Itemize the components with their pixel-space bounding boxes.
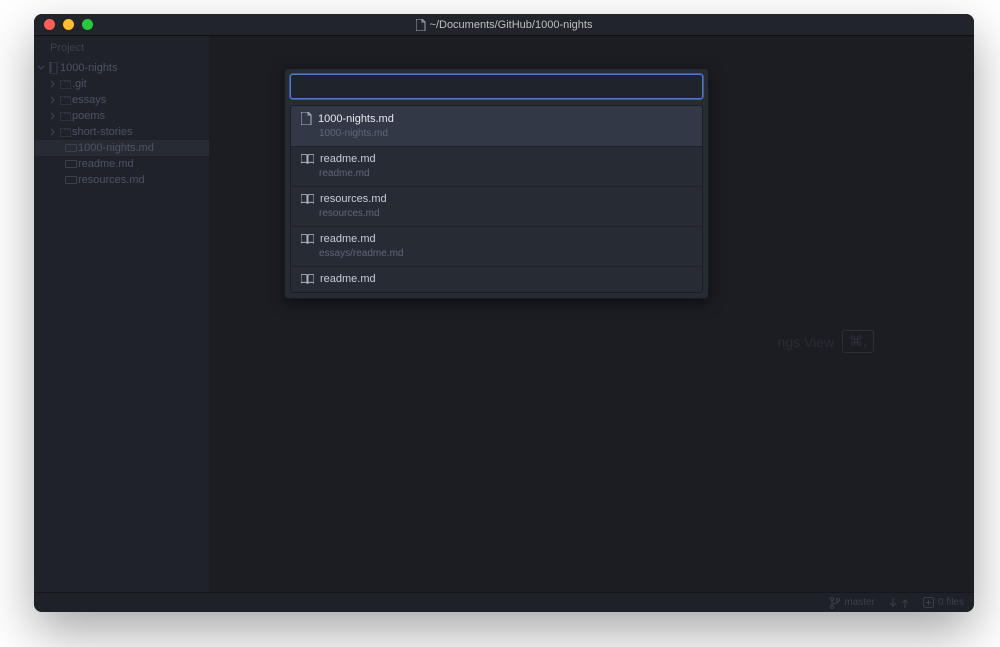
result-path: resources.md: [301, 208, 692, 219]
background-hint: ngs View ⌘,: [778, 330, 874, 353]
fuzzy-finder-item[interactable]: 1000-nights.md 1000-nights.md: [291, 106, 702, 146]
chevron-right-icon: [48, 112, 58, 120]
tree-root[interactable]: 1000-nights: [34, 60, 209, 76]
folder-icon: [58, 96, 72, 105]
zoom-window-button[interactable]: [82, 19, 93, 30]
book-icon: [301, 194, 314, 204]
markdown-icon: [64, 176, 78, 184]
tree-root-label: 1000-nights: [60, 60, 118, 76]
tree-folder-label: essays: [72, 92, 106, 108]
tree-folder-label: short-stories: [72, 124, 133, 140]
tree-file[interactable]: 1000-nights.md: [34, 140, 209, 156]
markdown-icon: [64, 144, 78, 152]
tree-folder-label: poems: [72, 108, 105, 124]
background-hint-text: ngs View: [778, 334, 835, 350]
git-files-label: 0 files: [938, 597, 964, 608]
result-label: readme.md: [320, 153, 376, 165]
chevron-down-icon: [36, 64, 46, 72]
tree-file[interactable]: resources.md: [34, 172, 209, 188]
chevron-right-icon: [48, 128, 58, 136]
arrow-up-icon: [901, 598, 909, 608]
traffic-lights: [34, 19, 93, 30]
tree-folder[interactable]: .git: [34, 76, 209, 92]
result-label: readme.md: [320, 273, 376, 285]
file-tree: 1000-nights .git essays poems: [34, 60, 209, 188]
book-icon: [301, 234, 314, 244]
arrow-down-icon: [889, 598, 897, 608]
fuzzy-finder-item[interactable]: resources.md resources.md: [291, 186, 702, 226]
folder-icon: [58, 80, 72, 89]
book-icon: [301, 274, 314, 284]
close-window-button[interactable]: [44, 19, 55, 30]
minimize-window-button[interactable]: [63, 19, 74, 30]
app-window: ~/Documents/GitHub/1000-nights Project 1…: [34, 14, 974, 612]
file-icon: [301, 112, 312, 125]
tree-file[interactable]: readme.md: [34, 156, 209, 172]
git-files-indicator[interactable]: 0 files: [923, 597, 964, 608]
titlebar[interactable]: ~/Documents/GitHub/1000-nights: [34, 14, 974, 36]
git-branch-label: master: [844, 597, 875, 608]
fuzzy-finder-item[interactable]: readme.md: [291, 266, 702, 292]
result-path: 1000-nights.md: [301, 128, 692, 139]
folder-icon: [58, 128, 72, 137]
markdown-icon: [64, 160, 78, 168]
tree-folder[interactable]: short-stories: [34, 124, 209, 140]
fuzzy-finder: 1000-nights.md 1000-nights.md readme.md …: [284, 68, 709, 299]
fuzzy-finder-item[interactable]: readme.md essays/readme.md: [291, 226, 702, 266]
tree-folder[interactable]: essays: [34, 92, 209, 108]
keyboard-shortcut-badge: ⌘,: [842, 330, 874, 353]
chevron-right-icon: [48, 96, 58, 104]
git-branch-indicator[interactable]: master: [830, 597, 875, 609]
status-bar: master 0 files: [34, 592, 974, 612]
file-icon: [416, 19, 426, 31]
book-icon: [301, 154, 314, 164]
result-label: resources.md: [320, 193, 387, 205]
tree-file-label: readme.md: [78, 156, 134, 172]
fuzzy-finder-results: 1000-nights.md 1000-nights.md readme.md …: [290, 105, 703, 293]
tree-file-label: resources.md: [78, 172, 145, 188]
chevron-right-icon: [48, 80, 58, 88]
sidebar-panel-label: Project: [34, 36, 209, 60]
sidebar: Project 1000-nights .git: [34, 36, 209, 592]
result-path: essays/readme.md: [301, 248, 692, 259]
folder-icon: [58, 112, 72, 121]
tree-file-label: 1000-nights.md: [78, 140, 154, 156]
fuzzy-finder-input[interactable]: [290, 74, 703, 99]
fuzzy-finder-item[interactable]: readme.md readme.md: [291, 146, 702, 186]
result-label: readme.md: [320, 233, 376, 245]
tree-folder[interactable]: poems: [34, 108, 209, 124]
git-branch-icon: [830, 597, 840, 609]
result-path: readme.md: [301, 168, 692, 179]
result-label: 1000-nights.md: [318, 113, 394, 125]
tree-folder-label: .git: [72, 76, 87, 92]
repo-icon: [46, 62, 60, 74]
git-sync-indicator[interactable]: [889, 598, 909, 608]
window-title: ~/Documents/GitHub/1000-nights: [430, 19, 593, 31]
diff-icon: [923, 597, 934, 608]
